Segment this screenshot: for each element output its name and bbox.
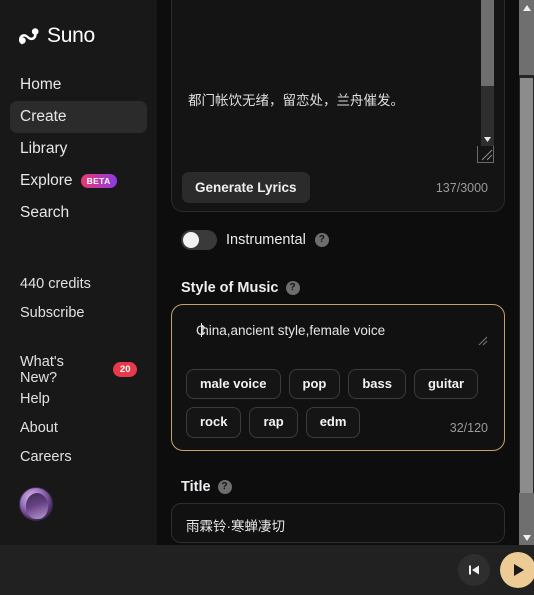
sidebar-item-label: Explore: [20, 172, 73, 190]
sidebar-item-label: Library: [20, 140, 68, 158]
sidebar-item-explore[interactable]: Explore BETA: [10, 165, 147, 197]
page-scrollbar[interactable]: [519, 0, 534, 545]
generate-lyrics-button[interactable]: Generate Lyrics: [182, 172, 310, 203]
help-link[interactable]: Help: [20, 384, 137, 413]
play-button[interactable]: [500, 552, 534, 588]
beta-badge: BETA: [80, 174, 117, 188]
skip-previous-button[interactable]: [458, 554, 490, 586]
lyrics-scrollbar[interactable]: [481, 0, 494, 146]
style-suggestion-chips: male voice pop bass guitar rock rap edm …: [186, 369, 490, 438]
subscribe-link[interactable]: Subscribe: [20, 298, 137, 327]
main-panel: 都门帐饮无绪，留恋处，兰舟催发。 执手相看泪眼，竟无语凝噎。 念去去，千里烟波，…: [157, 0, 519, 545]
scroll-up-arrow-icon[interactable]: [519, 0, 534, 15]
suno-create-page: Suno Home Create Library Explore BETA Se…: [0, 0, 534, 595]
sidebar-footer-links: What's New? 20 Help About Careers: [0, 353, 157, 471]
sidebar-nav: Home Create Library Explore BETA Search: [0, 69, 157, 229]
user-avatar[interactable]: [19, 487, 53, 521]
instrumental-label: Instrumental: [226, 232, 306, 248]
sidebar-item-library[interactable]: Library: [10, 133, 147, 165]
page-scrollbar-track-bottom[interactable]: [519, 493, 534, 530]
scroll-down-arrow-icon[interactable]: [519, 530, 534, 545]
style-chip-guitar[interactable]: guitar: [413, 369, 479, 400]
whats-new-label: What's New?: [20, 353, 64, 386]
style-chip-male-voice[interactable]: male voice: [186, 369, 281, 400]
brand-name: Suno: [47, 24, 95, 47]
player-bar: [0, 545, 534, 595]
lyrics-char-counter: 137/3000: [435, 180, 488, 195]
sidebar-item-search[interactable]: Search: [10, 197, 147, 229]
whats-new-link[interactable]: What's New? 20: [20, 353, 137, 386]
instrumental-row: Instrumental ?: [171, 228, 505, 252]
instrumental-toggle[interactable]: [181, 230, 217, 250]
instrumental-help-icon[interactable]: ?: [314, 233, 329, 247]
sidebar-account-section: 440 credits Subscribe: [0, 269, 157, 327]
style-chip-bass[interactable]: bass: [348, 369, 406, 400]
lyrics-line: 都门帐饮无绪，留恋处，兰舟催发。: [188, 93, 404, 108]
toggle-knob: [183, 232, 199, 248]
style-of-music-help-icon[interactable]: ?: [285, 281, 300, 295]
style-of-music-title: Style of Music: [181, 280, 279, 296]
style-char-counter: 32/120: [449, 420, 488, 435]
lyrics-resize-handle[interactable]: [477, 146, 494, 163]
style-chip-rock[interactable]: rock: [186, 407, 242, 438]
page-scrollbar-thumb[interactable]: [520, 78, 533, 493]
lyrics-textarea[interactable]: 都门帐饮无绪，留恋处，兰舟催发。 执手相看泪眼，竟无语凝噎。 念去去，千里烟波，…: [172, 6, 504, 166]
page-scrollbar-track-top[interactable]: [519, 15, 534, 75]
sidebar: Suno Home Create Library Explore BETA Se…: [0, 0, 157, 545]
style-of-music-input[interactable]: China,ancient style,female voice: [186, 319, 490, 365]
style-of-music-card: China,ancient style,female voice male vo…: [171, 304, 505, 451]
sidebar-item-home[interactable]: Home: [10, 69, 147, 101]
play-icon: [514, 564, 524, 576]
scroll-down-arrow-icon[interactable]: [481, 133, 494, 146]
sidebar-item-label: Create: [20, 108, 67, 126]
style-resize-handle[interactable]: [196, 336, 490, 350]
style-chip-pop[interactable]: pop: [288, 369, 341, 400]
title-label: Title: [181, 478, 211, 495]
sidebar-item-label: Search: [20, 204, 70, 222]
sidebar-item-create[interactable]: Create: [10, 101, 147, 133]
title-header: Title ?: [171, 479, 505, 495]
sidebar-item-label: Home: [20, 76, 62, 94]
credits-label[interactable]: 440 credits: [20, 269, 137, 298]
title-input[interactable]: 雨霖铃·寒蝉凄切: [171, 502, 505, 543]
style-chip-rap[interactable]: rap: [249, 407, 298, 438]
suno-logo-icon: [19, 28, 39, 45]
skip-previous-icon: [469, 565, 479, 575]
whats-new-count-badge: 20: [113, 361, 137, 378]
title-help-icon[interactable]: ?: [217, 479, 232, 494]
about-link[interactable]: About: [20, 413, 137, 442]
style-chip-edm[interactable]: edm: [305, 407, 361, 438]
style-of-music-header: Style of Music ?: [171, 280, 505, 296]
lyrics-footer: Generate Lyrics 137/3000: [172, 172, 504, 203]
style-value-after-caret: hina,ancient style,female voice: [201, 323, 386, 338]
careers-link[interactable]: Careers: [20, 442, 137, 471]
lyrics-scrollbar-thumb[interactable]: [481, 0, 494, 86]
brand-logo-group[interactable]: Suno: [0, 0, 157, 52]
lyrics-card: 都门帐饮无绪，留恋处，兰舟催发。 执手相看泪眼，竟无语凝噎。 念去去，千里烟波，…: [171, 0, 505, 212]
